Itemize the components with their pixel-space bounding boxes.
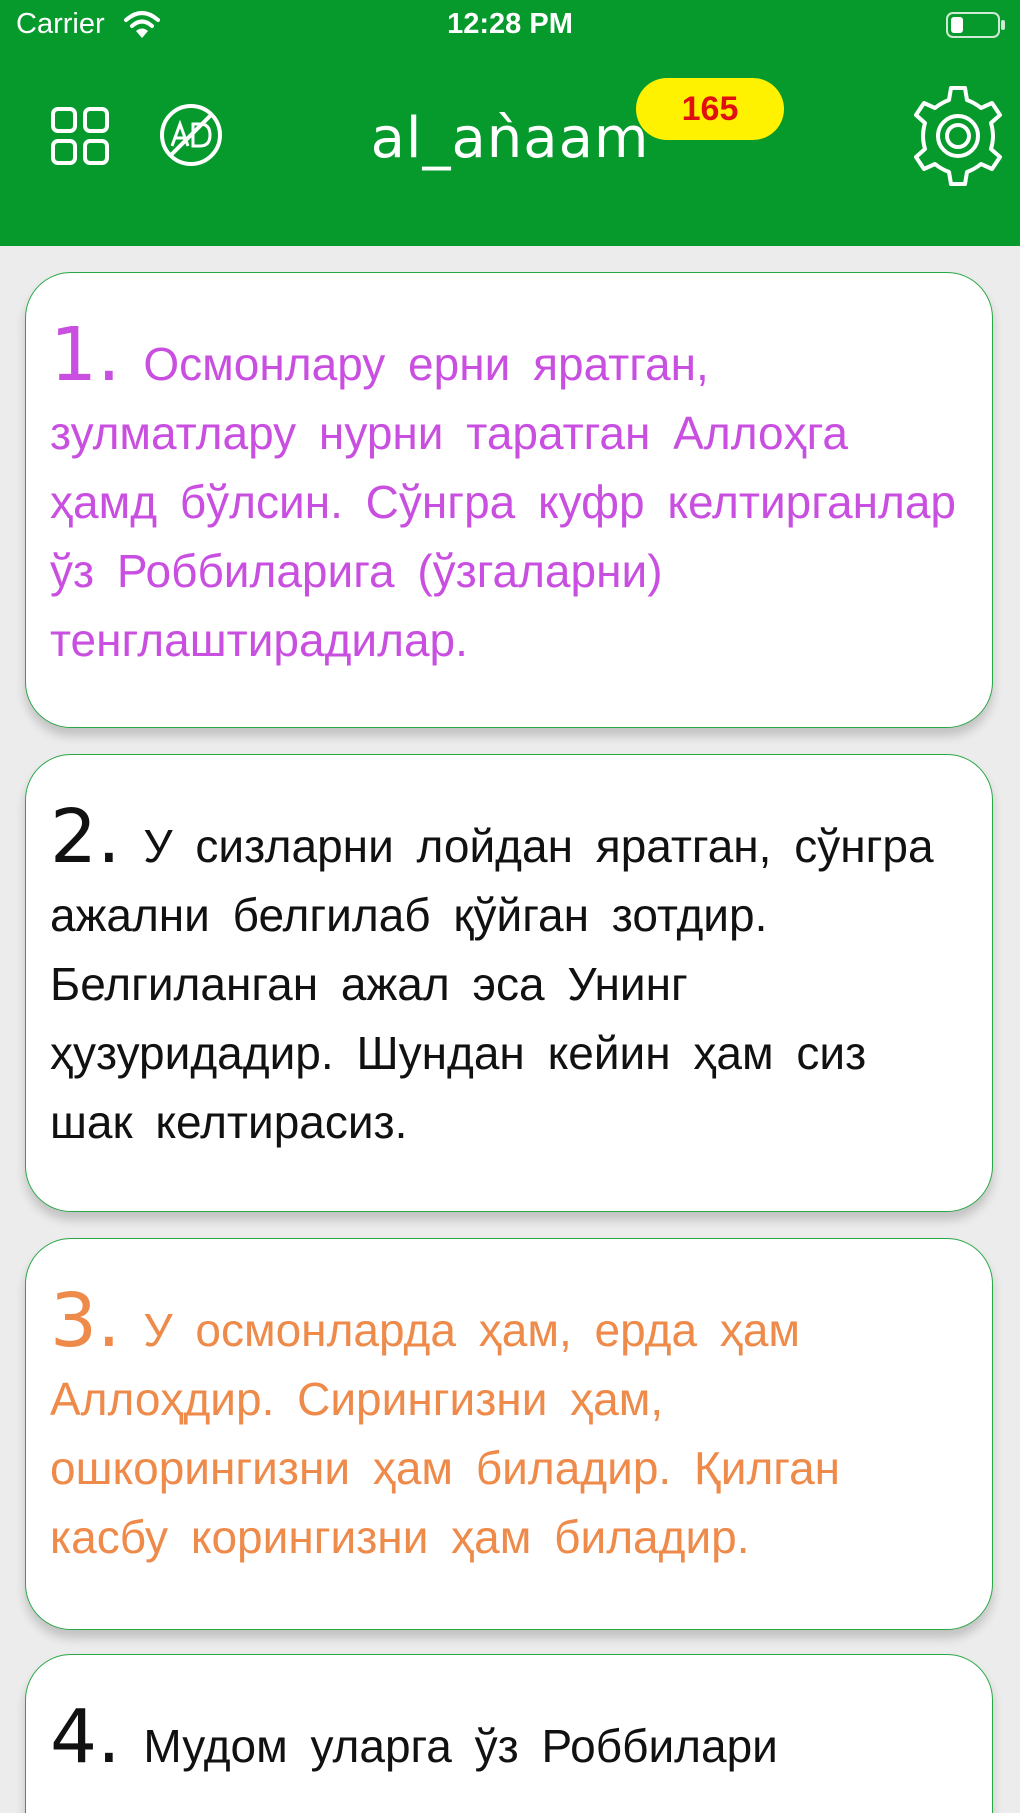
settings-gear-icon[interactable] [906, 84, 1010, 188]
verse-number: 3. [50, 1278, 121, 1364]
status-time: 12:28 PM [447, 8, 573, 40]
no-ads-icon[interactable] [158, 102, 224, 168]
verse-body: У сизларни лойдан яратган, сўнгра ажални… [50, 820, 934, 1148]
count-badge: 165 [636, 78, 784, 140]
verse-card-2[interactable]: 2. У сизларни лойдан яратган, сўнгра ажа… [25, 754, 993, 1212]
verse-card-3[interactable]: 3. У осмонларда ҳам, ерда ҳам Аллоҳдир. … [25, 1238, 993, 1630]
verse-text: 4. Мудом уларга ўз Роббилари [50, 1700, 968, 1781]
verse-body: У осмонларда ҳам, ерда ҳам Аллоҳдир. Сир… [50, 1304, 841, 1563]
verse-text: 1. Осмонлару ерни яратган, зулматлару ну… [50, 318, 968, 675]
status-bar: Carrier 12:28 PM [0, 0, 1020, 50]
verse-list[interactable]: 1. Осмонлару ерни яратган, зулматлару ну… [0, 246, 1020, 1813]
battery-icon [946, 12, 1005, 38]
verse-number: 4. [50, 1694, 121, 1780]
grid-menu-icon[interactable] [50, 106, 110, 166]
verse-body: Осмонлару ерни яратган, зулматлару нурни… [50, 338, 957, 666]
verse-body: Мудом уларга ўз Роббилари [143, 1720, 778, 1772]
verse-card-4[interactable]: 4. Мудом уларга ўз Роббилари [25, 1654, 993, 1813]
verse-number: 2. [50, 794, 121, 880]
verse-card-1[interactable]: 1. Осмонлару ерни яратган, зулматлару ну… [25, 272, 993, 728]
verse-text: 2. У сизларни лойдан яратган, сўнгра ажа… [50, 800, 968, 1157]
verse-number: 1. [50, 312, 121, 398]
navigation-bar: al_aǹaam 165 [0, 50, 1020, 246]
verse-text: 3. У осмонларда ҳам, ерда ҳам Аллоҳдир. … [50, 1284, 968, 1572]
